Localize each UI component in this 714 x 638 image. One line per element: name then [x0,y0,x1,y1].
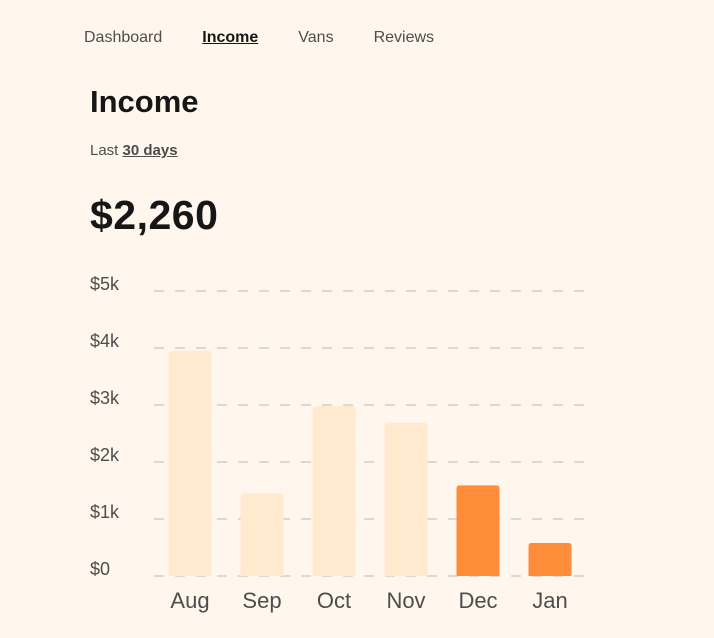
income-page: Dashboard Income Vans Reviews Income Las… [0,0,714,638]
chart-bar-dec [456,485,500,576]
income-bar-chart: $0 $1k $2k $3k $4k $5k Aug Sep Oct Nov Dec Jan [90,274,590,613]
chart-x-tick-label: Aug [170,588,209,613]
chart-y-tick-label: $4k [90,331,120,351]
chart-x-tick-label: Dec [458,588,497,613]
chart-x-tick-label: Sep [242,588,281,613]
chart-bar-sep [240,493,284,576]
chart-x-tick-label: Jan [532,588,567,613]
chart-y-tick-label: $1k [90,502,120,522]
chart-bar-jan [528,542,572,576]
chart-y-tick-label: $5k [90,274,120,294]
chart-bar-oct [312,406,356,576]
chart-y-tick-label: $0 [90,559,110,579]
chart-y-tick-label: $3k [90,388,120,408]
chart-x-tick-label: Oct [317,588,351,613]
chart-x-tick-label: Nov [386,588,425,613]
chart-bar-aug [168,350,212,576]
chart-y-tick-label: $2k [90,445,120,465]
chart-bar-nov [384,422,428,576]
